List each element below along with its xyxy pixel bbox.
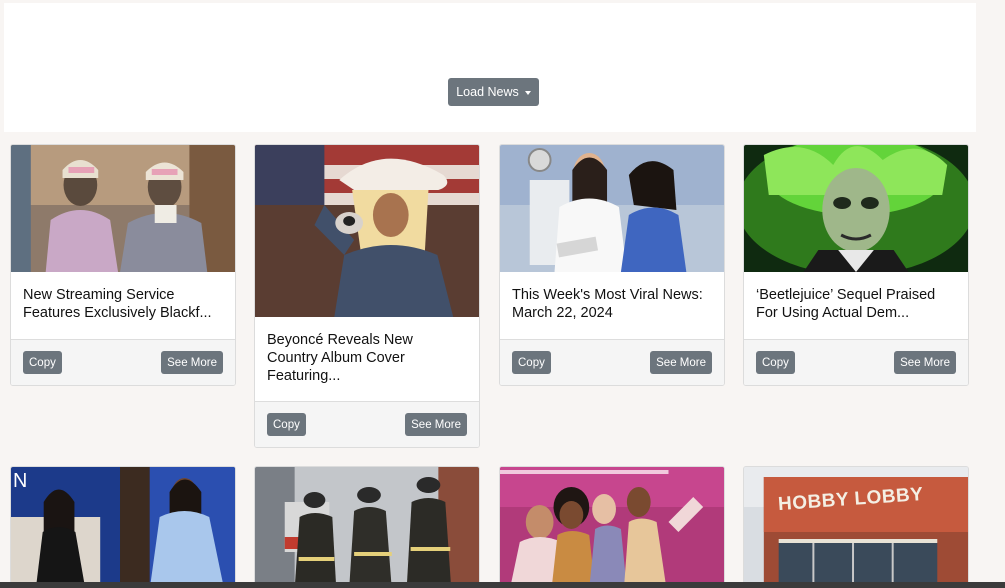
see-more-button[interactable]: See More [650,351,712,374]
svg-text:N: N [13,470,27,492]
load-news-label: Load News [456,85,519,99]
copy-button[interactable]: Copy [756,351,795,374]
news-card: This Week's Most Viral News: March 22, 2… [499,144,725,386]
news-card-image[interactable]: HOBBY LOBBY [744,467,968,588]
news-card-image[interactable] [255,145,479,317]
news-card: ‘Beetlejuice’ Sequel Praised For Using A… [743,144,969,386]
news-card-body: Beyoncé Reveals New Country Album Cover … [255,317,479,385]
news-card-footer: Copy See More [744,339,968,385]
news-card-image[interactable] [744,145,968,272]
see-more-button[interactable]: See More [405,413,467,436]
news-card-title: New Streaming Service Features Exclusive… [23,287,212,321]
top-panel: Load News [4,3,976,132]
news-card-image[interactable] [255,467,479,588]
news-card: HOBBY LOBBY [743,466,969,588]
news-card-footer: Copy See More [11,339,235,385]
news-card: N [10,466,236,588]
news-card: New Streaming Service Features Exclusive… [10,144,236,386]
news-card: Beyoncé Reveals New Country Album Cover … [254,144,480,448]
news-card-footer: Copy See More [255,401,479,447]
load-news-button[interactable]: Load News [448,78,539,106]
news-card-title: Beyoncé Reveals New Country Album Cover … [267,332,413,384]
see-more-button[interactable]: See More [161,351,223,374]
news-card-title: This Week's Most Viral News: March 22, 2… [512,287,703,321]
news-card-footer: Copy See More [500,339,724,385]
news-card-image[interactable]: N [11,467,235,588]
news-card-title: ‘Beetlejuice’ Sequel Praised For Using A… [756,287,936,321]
news-card [254,466,480,588]
copy-button[interactable]: Copy [23,351,62,374]
copy-button[interactable]: Copy [512,351,551,374]
news-card-image[interactable] [500,467,724,588]
news-card-image[interactable] [11,145,235,272]
news-card-body: This Week's Most Viral News: March 22, 2… [500,272,724,322]
see-more-button[interactable]: See More [894,351,956,374]
news-card-body: ‘Beetlejuice’ Sequel Praised For Using A… [744,272,968,322]
caret-down-icon [524,90,531,95]
bottom-bar [0,582,1005,588]
news-card-body: New Streaming Service Features Exclusive… [11,272,235,322]
news-card-image[interactable] [500,145,724,272]
news-card [499,466,725,588]
copy-button[interactable]: Copy [267,413,306,436]
